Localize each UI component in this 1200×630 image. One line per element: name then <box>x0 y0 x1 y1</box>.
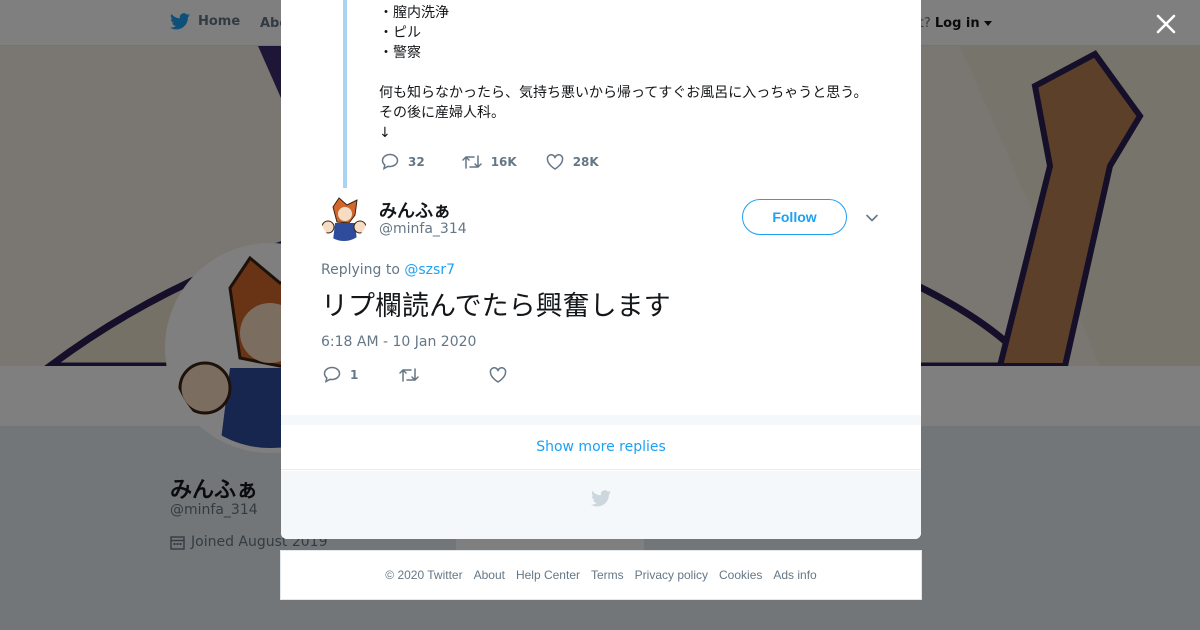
tweet-permalink-modal: ・膣内洗浄 ・ピル ・警察 何も知らなかったら、気持ち悪いから帰ってすぐお風呂に… <box>281 0 921 539</box>
retweet-count: 16K <box>490 154 517 169</box>
tweet-text: リプ欄読んでたら興奮します <box>321 291 671 322</box>
footer-link-help-center[interactable]: Help Center <box>516 568 580 582</box>
author-avatar[interactable] <box>321 195 367 241</box>
previous-tweet-actions: 32 16K 28K <box>381 153 599 170</box>
previous-tweet-line: ・警察 <box>379 45 421 61</box>
previous-tweet-line: その後に産婦人科。 <box>379 105 505 121</box>
footer-copyright: © 2020 Twitter <box>385 568 463 582</box>
chevron-down-icon[interactable] <box>865 211 879 225</box>
reply-action[interactable]: 32 <box>381 153 425 170</box>
follow-button[interactable]: Follow <box>742 199 847 235</box>
tweet-timestamp[interactable]: 6:18 AM - 10 Jan 2020 <box>321 334 476 350</box>
retweet-action[interactable] <box>399 367 428 383</box>
close-icon[interactable] <box>1152 10 1180 38</box>
like-icon <box>546 153 564 170</box>
previous-tweet-line: ↓ <box>379 125 391 141</box>
author-handle[interactable]: @minfa_314 <box>379 221 467 237</box>
section-divider <box>281 415 921 425</box>
previous-tweet-text: ・膣内洗浄 ・ピル ・警察 何も知らなかったら、気持ち悪いから帰ってすぐお風呂に… <box>379 3 867 143</box>
footer-link-cookies[interactable]: Cookies <box>719 568 762 582</box>
like-count: 28K <box>572 154 599 169</box>
retweet-icon <box>399 367 420 382</box>
conversation-thread-line <box>343 0 347 188</box>
footer-link-terms[interactable]: Terms <box>591 568 624 582</box>
retweet-icon <box>461 154 482 169</box>
previous-tweet-line: 何も知らなかったら、気持ち悪いから帰ってすぐお風呂に入っちゃうと思う。 <box>379 85 868 101</box>
reply-count: 1 <box>350 367 359 382</box>
modal-footer <box>281 471 921 539</box>
footer-link-ads-info[interactable]: Ads info <box>773 568 816 582</box>
like-icon <box>490 366 507 383</box>
reply-action[interactable]: 1 <box>323 366 358 383</box>
previous-tweet-line <box>379 63 867 83</box>
like-action[interactable]: 28K <box>546 153 599 170</box>
reply-icon <box>381 153 399 170</box>
reply-count: 32 <box>408 154 425 169</box>
footer-link-privacy-policy[interactable]: Privacy policy <box>635 568 708 582</box>
previous-tweet-line: ・ピル <box>379 25 421 41</box>
show-more-replies-button[interactable]: Show more replies <box>281 425 921 470</box>
replying-to-link[interactable]: @szsr7 <box>404 262 455 278</box>
reply-icon <box>323 366 341 383</box>
site-footer: © 2020 Twitter About Help Center Terms P… <box>280 550 922 600</box>
twitter-bird-icon <box>591 490 611 507</box>
footer-link-about[interactable]: About <box>474 568 505 582</box>
avatar-illustration <box>321 195 367 241</box>
author-name[interactable]: みんふぁ <box>379 197 451 223</box>
previous-tweet-line: ・膣内洗浄 <box>379 5 449 21</box>
tweet-actions: 1 <box>323 366 516 383</box>
replying-to: Replying to @szsr7 <box>321 262 455 278</box>
like-action[interactable] <box>489 366 516 383</box>
retweet-action[interactable]: 16K <box>461 154 517 170</box>
replying-prefix: Replying to <box>321 262 400 278</box>
